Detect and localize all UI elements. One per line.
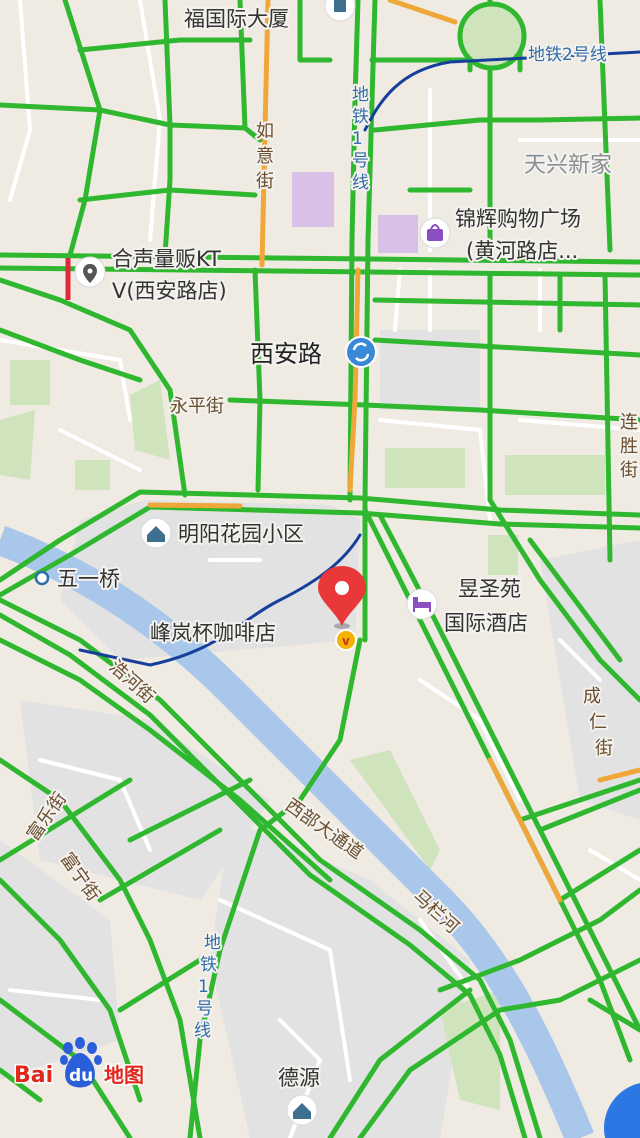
shopping-bag-icon[interactable] <box>419 217 451 249</box>
svg-text:街: 街 <box>620 460 638 481</box>
poi-fuguoji-label[interactable]: 福国际大厦 <box>182 5 291 33</box>
poi-wuyiqiao-label[interactable]: 五一桥 <box>55 565 122 593</box>
svg-text:线: 线 <box>194 1021 211 1041</box>
metro-line2-label: 地铁2号线 <box>528 45 607 65</box>
poi-ktv-label-line2[interactable]: V(西安路店) <box>110 277 229 305</box>
svg-text:1: 1 <box>198 977 209 997</box>
svg-text:连: 连 <box>620 412 638 433</box>
metro-station-icon[interactable] <box>345 336 377 368</box>
svg-text:地: 地 <box>352 85 369 105</box>
svg-text:胜: 胜 <box>620 436 638 457</box>
poi-jinhui-label-line2[interactable]: (黄河路店... <box>464 237 580 265</box>
svg-text:v: v <box>342 634 350 648</box>
hotel-bed-icon[interactable] <box>406 588 438 620</box>
svg-text:成: 成 <box>583 686 601 707</box>
poi-cafe-label[interactable]: 峰岚杯咖啡店 <box>148 619 278 647</box>
poi-yushengyuan-label-line2[interactable]: 国际酒店 <box>442 609 530 637</box>
poi-ktv-label-line1[interactable]: 合声量贩KT <box>110 245 223 273</box>
poi-yushengyuan-label-line1[interactable]: 昱圣苑 <box>456 575 523 603</box>
poi-mingyang-label[interactable]: 明阳花园小区 <box>176 520 306 548</box>
svg-text:仁: 仁 <box>589 712 607 733</box>
svg-text:街: 街 <box>256 171 274 192</box>
road-label-yongping: 永平街 <box>170 396 224 417</box>
svg-text:街: 街 <box>595 738 613 759</box>
svg-text:号: 号 <box>196 999 213 1019</box>
logo-ditu-text: 地图 <box>104 1063 144 1087</box>
coffee-badge-icon[interactable]: v <box>335 629 357 651</box>
poi-deyuan-label[interactable]: 德源 <box>276 1064 322 1092</box>
poi-jinhui-label-line1[interactable]: 锦辉购物广场 <box>453 205 583 233</box>
logo-bai-text: Bai <box>14 1063 53 1088</box>
logo-du-text: du <box>69 1066 93 1086</box>
location-pin-icon[interactable] <box>74 256 106 288</box>
residential-icon[interactable] <box>140 517 172 549</box>
svg-text:1: 1 <box>352 129 363 149</box>
road-label-liansheng: 连 胜 街 <box>618 410 640 483</box>
station-xianlu-label[interactable]: 西安路 <box>248 338 324 370</box>
area-label-tianxing: 天兴新家 <box>524 153 612 178</box>
svg-text:线: 线 <box>352 173 369 193</box>
residential-icon[interactable] <box>286 1094 318 1126</box>
svg-text:号: 号 <box>352 151 369 171</box>
svg-text:如: 如 <box>256 121 274 142</box>
metro-station-dot-icon[interactable] <box>34 570 50 586</box>
svg-text:铁: 铁 <box>200 955 217 975</box>
svg-text:地: 地 <box>204 933 221 953</box>
map-canvas[interactable]: 地铁2号线 地 铁 1 号 线 地 铁 1 号 线 如 意 街 永平街 连 胜 … <box>0 0 640 1138</box>
svg-text:意: 意 <box>256 146 274 167</box>
svg-text:铁: 铁 <box>352 107 369 127</box>
road-label-ruyi: 如 意 街 <box>254 119 276 194</box>
